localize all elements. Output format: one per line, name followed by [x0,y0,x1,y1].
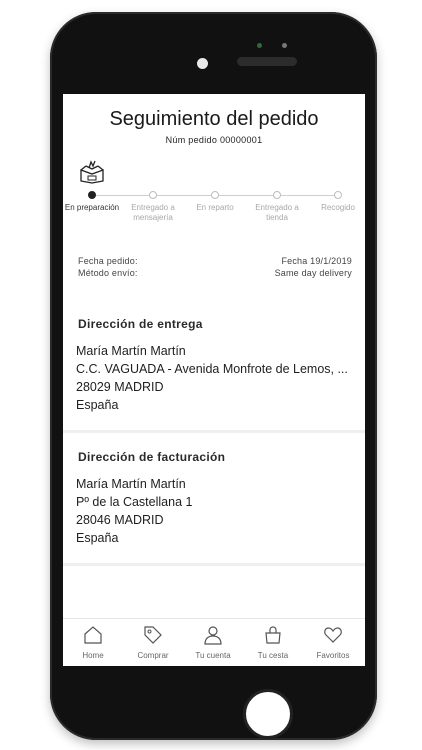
tab-label: Tu cuenta [195,651,231,660]
billing-address-line: 28046 MADRID [76,513,164,527]
earpiece-speaker [237,57,297,66]
delivery-address-line: España [76,398,119,412]
order-date-label: Fecha pedido: [78,256,138,266]
tracking-step-dot [211,191,219,199]
delivery-address-line: 28029 MADRID [76,380,164,394]
bag-icon [265,626,281,644]
tab-label: Tu cesta [257,651,289,660]
tab-favoritos[interactable]: Favoritos [303,619,363,666]
tracking-step-dot [334,191,342,199]
order-date-row: Fecha pedido: Fecha 19/1/2019 [78,256,352,266]
heart-icon [324,627,342,643]
tracking-step-label: En reparto [196,203,234,212]
tab-tu-cuenta[interactable]: Tu cuenta [183,619,243,666]
tab-comprar[interactable]: Comprar [123,619,183,666]
tracking-step-dot [149,191,157,199]
home-icon [84,626,102,644]
shipping-method-row: Método envío: Same day delivery [78,268,352,278]
tracking-step-label: Recogido [321,203,355,212]
tab-label: Home [82,651,104,660]
tag-icon [144,626,162,644]
shipping-method-value: Same day delivery [274,268,352,278]
app-screen: Seguimiento del pedido Núm pedido 000000… [63,94,365,666]
delivery-address-line: C.C. VAGUADA - Avenida Monfrote de Lemos… [76,362,348,376]
bottom-tab-bar: Home Comprar Tu cuenta Tu cesta Favorito… [63,618,365,666]
section-divider [63,430,365,433]
tab-label: Favoritos [316,651,350,660]
order-number: Núm pedido 00000001 [165,135,263,145]
proximity-sensor [257,43,262,48]
page-title: Seguimiento del pedido [109,108,319,130]
front-camera [197,58,208,69]
billing-address-line: España [76,531,119,545]
tracking-step-label: Entregado a mensajería [131,203,175,222]
billing-address-title: Dirección de facturación [78,450,226,464]
billing-address-line: Pº de la Castellana 1 [76,495,193,509]
ambient-sensor [282,43,287,48]
delivery-address-title: Dirección de entrega [78,317,203,331]
tab-tu-cesta[interactable]: Tu cesta [243,619,303,666]
delivery-address-line: María Martín Martín [76,344,186,358]
tab-label: Comprar [137,651,169,660]
section-divider [63,563,365,566]
user-icon [204,626,222,645]
tracking-step-dot [273,191,281,199]
home-button[interactable] [243,689,293,739]
tracking-step-label: En preparación [64,203,120,212]
tracking-step-label: Entregado a tienda [255,203,299,222]
tab-home[interactable]: Home [63,619,123,666]
box-icon [80,160,104,184]
billing-address-line: María Martín Martín [76,477,186,491]
tracking-step-dot [88,191,96,199]
shipping-method-label: Método envío: [78,268,138,278]
order-date-value: Fecha 19/1/2019 [281,256,352,266]
